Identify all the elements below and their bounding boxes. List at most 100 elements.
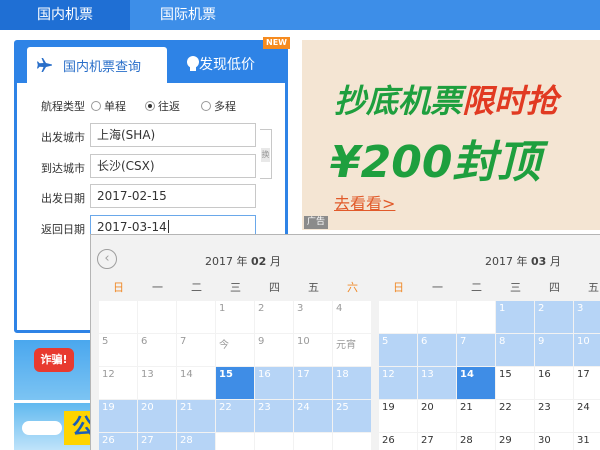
calendar-day-cell[interactable]: 16 (255, 367, 293, 399)
calendar-day-cell[interactable]: 23 (535, 400, 573, 432)
calendar-day-cell[interactable]: 2 (535, 301, 573, 333)
calendar-day-cell[interactable]: 22 (496, 400, 534, 432)
calendar-day-cell[interactable]: 27 (138, 433, 176, 450)
weekday-header: 日 (393, 281, 404, 294)
calendar-empty-cell (379, 301, 417, 333)
return-date-value: 2017-03-14 (97, 220, 167, 234)
calendar-day-cell[interactable]: 13 (418, 367, 456, 399)
calendar-day-cell[interactable]: 20 (138, 400, 176, 432)
promo-banner[interactable]: 抄底机票限时抢 ¥200封顶 去看看> 广告 (302, 40, 600, 230)
calendar-day-cell[interactable]: 1 (216, 301, 254, 333)
calendar-day-cell[interactable]: 1 (496, 301, 534, 333)
calendar-day-cell[interactable]: 15 (216, 367, 254, 399)
radio-multi-trip[interactable]: 多程 (201, 98, 236, 114)
calendar-day-cell[interactable]: 13 (138, 367, 176, 399)
calendar-day-cell[interactable]: 4 (333, 301, 371, 333)
calendar-day-cell[interactable]: 22 (216, 400, 254, 432)
weekday-header: 三 (230, 281, 241, 294)
tab-find-low-price[interactable]: 发现低价 (185, 51, 281, 79)
calendar-day-cell[interactable]: 31 (574, 433, 600, 450)
calendar-day-cell[interactable]: 6 (418, 334, 456, 366)
calendar-day-cell[interactable]: 3 (294, 301, 332, 333)
radio-multi-trip-label: 多程 (214, 100, 236, 113)
weekday-header: 二 (471, 281, 482, 294)
calendar-day-cell[interactable]: 19 (99, 400, 137, 432)
month-title-feb: 2017 年 02 月 (205, 253, 281, 269)
calendar-day-cell[interactable]: 18 (333, 367, 371, 399)
calendar-day-cell[interactable]: 15 (496, 367, 534, 399)
calendar-day-cell[interactable]: 今 (216, 334, 254, 366)
calendar-day-cell[interactable]: 7 (177, 334, 215, 366)
calendar-empty-cell (177, 301, 215, 333)
calendar-day-cell[interactable]: 9 (535, 334, 573, 366)
calendar-day-cell[interactable]: 27 (418, 433, 456, 450)
calendar-day-cell[interactable]: 5 (99, 334, 137, 366)
banner-headline-green: 抄底机票 (334, 82, 463, 120)
chevron-left-icon[interactable]: ‹ (97, 249, 117, 269)
calendar-day-cell[interactable]: 24 (294, 400, 332, 432)
radio-one-way-label: 单程 (104, 100, 126, 113)
calendar-day-cell[interactable]: 19 (379, 400, 417, 432)
calendar-day-cell[interactable]: 3 (574, 301, 600, 333)
radio-round-trip[interactable]: 往返 (145, 98, 180, 114)
tab-domestic-search[interactable]: 国内机票查询 (27, 47, 167, 83)
calendar-empty-cell (99, 301, 137, 333)
calendar-empty-cell (457, 301, 495, 333)
nav-tab-domestic[interactable]: 国内机票 (0, 0, 130, 30)
calendar-day-cell[interactable]: 23 (255, 400, 293, 432)
weekday-header: 五 (588, 281, 599, 294)
calendar-empty-cell (216, 433, 254, 450)
calendar-day-cell[interactable]: 9 (255, 334, 293, 366)
date-picker-calendar: ‹ 2017 年 02 月 2017 年 03 月 日一二三四五六日一二三四五六… (90, 234, 600, 450)
calendar-empty-cell (418, 301, 456, 333)
calendar-day-cell[interactable]: 10 (294, 334, 332, 366)
weekday-header: 二 (191, 281, 202, 294)
calendar-day-cell[interactable]: 16 (535, 367, 573, 399)
depart-date-input[interactable]: 2017-02-15 (90, 184, 256, 208)
calendar-day-cell[interactable]: 30 (535, 433, 573, 450)
radio-dot (201, 101, 211, 111)
calendar-day-cell[interactable]: 21 (177, 400, 215, 432)
calendar-day-cell[interactable]: 7 (457, 334, 495, 366)
calendar-day-cell[interactable]: 12 (379, 367, 417, 399)
banner-go-link[interactable]: 去看看> (334, 190, 395, 214)
swap-cities-button[interactable]: 换 (260, 129, 272, 179)
calendar-day-cell[interactable]: 25 (333, 400, 371, 432)
weekday-header: 四 (269, 281, 280, 294)
calendar-day-cell[interactable]: 元宵 (333, 334, 371, 366)
to-city-input[interactable]: 长沙(CSX) (90, 154, 256, 178)
text-caret (167, 220, 169, 233)
calendar-day-cell[interactable]: 20 (418, 400, 456, 432)
calendar-day-cell[interactable]: 8 (496, 334, 534, 366)
from-city-input[interactable]: 上海(SHA) (90, 123, 256, 147)
new-badge: NEW (263, 37, 290, 49)
calendar-day-cell[interactable]: 29 (496, 433, 534, 450)
calendar-day-cell[interactable]: 12 (99, 367, 137, 399)
calendar-day-cell[interactable]: 17 (574, 367, 600, 399)
promo-fraud-warning[interactable]: 诈骗! (14, 340, 99, 400)
calendar-day-cell[interactable]: 14 (457, 367, 495, 399)
to-city-label: 到达城市 (41, 162, 85, 175)
radio-one-way[interactable]: 单程 (91, 98, 126, 114)
calendar-day-cell[interactable]: 10 (574, 334, 600, 366)
calendar-day-cell[interactable]: 28 (457, 433, 495, 450)
calendar-empty-cell (333, 433, 371, 450)
nav-tab-international[interactable]: 国际机票 (140, 0, 236, 30)
promo-announcement[interactable]: 公 (14, 403, 99, 450)
calendar-day-cell[interactable]: 26 (379, 433, 417, 450)
trip-type-label: 航程类型 (41, 100, 85, 113)
tab-find-low-price-label: 发现低价 (199, 57, 255, 73)
calendar-day-cell[interactable]: 17 (294, 367, 332, 399)
calendar-day-cell[interactable]: 5 (379, 334, 417, 366)
banner-headline: 抄底机票限时抢 (334, 76, 558, 122)
calendar-empty-cell (255, 433, 293, 450)
calendar-day-cell[interactable]: 14 (177, 367, 215, 399)
calendar-day-cell[interactable]: 24 (574, 400, 600, 432)
calendar-day-cell[interactable]: 6 (138, 334, 176, 366)
calendar-day-cell[interactable]: 2 (255, 301, 293, 333)
calendar-day-cell[interactable]: 28 (177, 433, 215, 450)
calendar-day-cell[interactable]: 26 (99, 433, 137, 450)
calendar-day-cell[interactable]: 21 (457, 400, 495, 432)
depart-date-label: 出发日期 (41, 192, 85, 205)
year-suffix: 年 (236, 255, 248, 268)
